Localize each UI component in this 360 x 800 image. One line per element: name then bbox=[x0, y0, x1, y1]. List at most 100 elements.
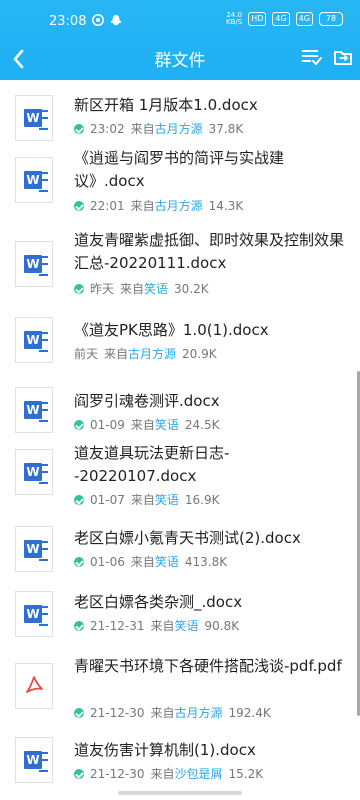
file-name: 老区白嫖小氪青天书测试(2).docx bbox=[74, 529, 301, 547]
file-time: 23:02 bbox=[90, 122, 125, 136]
top-bar: 23:08 24.0 KB/S HD 4G 4G 78 群文件 bbox=[0, 0, 360, 80]
file-row[interactable]: W 道友道具玩法更新日志--20220107.docx 01-07 来自 笑语 1… bbox=[0, 439, 360, 519]
sender-name: 古月方源 bbox=[128, 347, 177, 361]
sender-prefix: 来自 bbox=[130, 122, 155, 136]
downloaded-check-icon bbox=[74, 621, 84, 631]
downloaded-check-icon bbox=[74, 420, 84, 430]
folder-swap-icon[interactable] bbox=[333, 47, 353, 67]
downloaded-check-icon bbox=[74, 201, 84, 211]
file-size: 37.8K bbox=[208, 122, 244, 136]
status-right: 24.0 KB/S HD 4G 4G 78 bbox=[226, 12, 343, 26]
file-row[interactable]: W 道友伤害计算机制(1).docx 21-12-30 来自 沙包是屑 15.2K bbox=[0, 728, 360, 798]
file-meta: 昨天 来自 笑语 30.2K bbox=[74, 281, 209, 297]
file-name: 青曜天书环境下各硬件搭配浅谈-pdf.pdf bbox=[74, 657, 342, 675]
word-file-icon: W bbox=[15, 387, 53, 433]
file-size: 413.8K bbox=[184, 555, 228, 569]
file-name: 《道友PK思路》1.0(1).docx bbox=[74, 321, 269, 339]
file-time: 21-12-30 bbox=[90, 767, 145, 781]
file-size: 16.9K bbox=[184, 493, 220, 507]
sender-name: 笑语 bbox=[174, 619, 199, 633]
word-file-icon: W bbox=[15, 449, 53, 495]
file-meta: 21-12-30 来自 古月方源 192.4K bbox=[74, 705, 271, 721]
sender-name: 古月方源 bbox=[154, 199, 203, 213]
sender-prefix: 来自 bbox=[130, 493, 155, 507]
file-row[interactable]: W 道友青曜紫虚抵御、即时效果及控制效果汇总-20220111.docx 昨天 … bbox=[0, 229, 360, 309]
word-file-icon: W bbox=[15, 526, 53, 572]
qq-penguin-icon bbox=[110, 14, 122, 26]
file-row[interactable]: 青曜天书环境下各硬件搭配浅谈-pdf.pdf 21-12-30 来自 古月方源 1… bbox=[0, 645, 360, 728]
pdf-logo-icon bbox=[26, 676, 43, 693]
sender-prefix: 来自 bbox=[130, 555, 155, 569]
sender-name: 笑语 bbox=[154, 418, 179, 432]
file-row[interactable]: W 《逍遥与阎罗书的简评与实战建议》.docx 22:01 来自 古月方源 14.… bbox=[0, 147, 360, 229]
word-file-icon: W bbox=[15, 241, 53, 287]
file-size: 24.5K bbox=[184, 418, 220, 432]
sender-prefix: 来自 bbox=[120, 282, 145, 296]
downloaded-check-icon bbox=[74, 495, 84, 505]
word-file-icon: W bbox=[15, 591, 53, 637]
sender-name: 笑语 bbox=[144, 282, 169, 296]
sort-list-icon[interactable] bbox=[300, 46, 322, 68]
file-row[interactable]: W 《道友PK思路》1.0(1).docx 前天 来自 古月方源 20.9K bbox=[0, 309, 360, 375]
file-time: 21-12-30 bbox=[90, 706, 145, 720]
file-list[interactable]: W 新区开箱 1月版本1.0.docx 23:02 来自 古月方源 37.8K W… bbox=[0, 81, 360, 800]
sender-name: 古月方源 bbox=[154, 122, 203, 136]
battery-indicator: 78 bbox=[319, 12, 343, 26]
downloaded-check-icon bbox=[74, 284, 84, 294]
network-speed: 24.0 KB/S bbox=[226, 12, 242, 26]
file-name: 道友道具玩法更新日志--20220107.docx bbox=[74, 444, 230, 485]
sender-name: 笑语 bbox=[154, 493, 179, 507]
file-name: 新区开箱 1月版本1.0.docx bbox=[74, 96, 258, 114]
file-time: 前天 bbox=[74, 347, 99, 361]
speed-unit: KB/S bbox=[226, 18, 243, 26]
file-name: 老区白嫖各类杂测_.docx bbox=[74, 593, 243, 611]
sender-prefix: 来自 bbox=[130, 199, 155, 213]
downloaded-check-icon bbox=[74, 124, 84, 134]
file-meta: 21-12-30 来自 沙包是屑 15.2K bbox=[74, 766, 263, 782]
sender-prefix: 来自 bbox=[150, 619, 175, 633]
word-file-icon: W bbox=[15, 157, 53, 203]
file-size: 90.8K bbox=[204, 619, 240, 633]
downloaded-check-icon bbox=[74, 708, 84, 718]
downloaded-check-icon bbox=[74, 557, 84, 567]
status-time: 23:08 bbox=[49, 14, 87, 29]
file-row[interactable]: W 阎罗引魂卷测评.docx 01-09 来自 笑语 24.5K bbox=[0, 375, 360, 439]
sender-name: 笑语 bbox=[154, 555, 179, 569]
sync-icon bbox=[91, 13, 105, 27]
signal-1-badge: 4G bbox=[272, 12, 290, 26]
file-size: 15.2K bbox=[228, 767, 264, 781]
file-name: 《逍遥与阎罗书的简评与实战建议》.docx bbox=[74, 149, 285, 190]
word-file-icon: W bbox=[15, 95, 53, 141]
file-meta: 01-06 来自 笑语 413.8K bbox=[74, 554, 227, 570]
sender-name: 沙包是屑 bbox=[174, 767, 223, 781]
file-row[interactable]: W 老区白嫖小氪青天书测试(2).docx 01-06 来自 笑语 413.8K bbox=[0, 519, 360, 582]
file-size: 14.3K bbox=[208, 199, 244, 213]
file-meta: 23:02 来自 古月方源 37.8K bbox=[74, 121, 243, 137]
sender-prefix: 来自 bbox=[130, 418, 155, 432]
file-row[interactable]: W 老区白嫖各类杂测_.docx 21-12-31 来自 笑语 90.8K bbox=[0, 582, 360, 645]
sender-prefix: 来自 bbox=[150, 767, 175, 781]
file-name: 道友青曜紫虚抵御、即时效果及控制效果汇总-20220111.docx bbox=[74, 231, 345, 272]
file-meta: 01-09 来自 笑语 24.5K bbox=[74, 417, 220, 433]
sender-name: 古月方源 bbox=[174, 706, 223, 720]
gesture-bar[interactable] bbox=[118, 791, 242, 795]
file-meta: 21-12-31 来自 笑语 90.8K bbox=[74, 618, 239, 634]
file-row[interactable]: W 新区开箱 1月版本1.0.docx 23:02 来自 古月方源 37.8K bbox=[0, 81, 360, 147]
file-name: 阎罗引魂卷测评.docx bbox=[74, 392, 220, 410]
sender-prefix: 来自 bbox=[150, 706, 175, 720]
file-time: 01-07 bbox=[90, 493, 125, 507]
file-time: 21-12-31 bbox=[90, 619, 145, 633]
file-time: 22:01 bbox=[90, 199, 125, 213]
word-file-icon: W bbox=[15, 737, 53, 783]
file-name: 道友伤害计算机制(1).docx bbox=[74, 741, 256, 759]
sender-prefix: 来自 bbox=[104, 347, 129, 361]
downloaded-check-icon bbox=[74, 769, 84, 779]
file-time: 01-06 bbox=[90, 555, 125, 569]
file-size: 192.4K bbox=[228, 706, 271, 720]
file-time: 昨天 bbox=[90, 282, 115, 296]
file-meta: 前天 来自 古月方源 20.9K bbox=[74, 346, 217, 362]
hd-badge: HD bbox=[248, 12, 267, 26]
file-size: 30.2K bbox=[174, 282, 209, 296]
file-meta: 22:01 来自 古月方源 14.3K bbox=[74, 198, 243, 214]
pdf-file-icon bbox=[15, 663, 53, 709]
